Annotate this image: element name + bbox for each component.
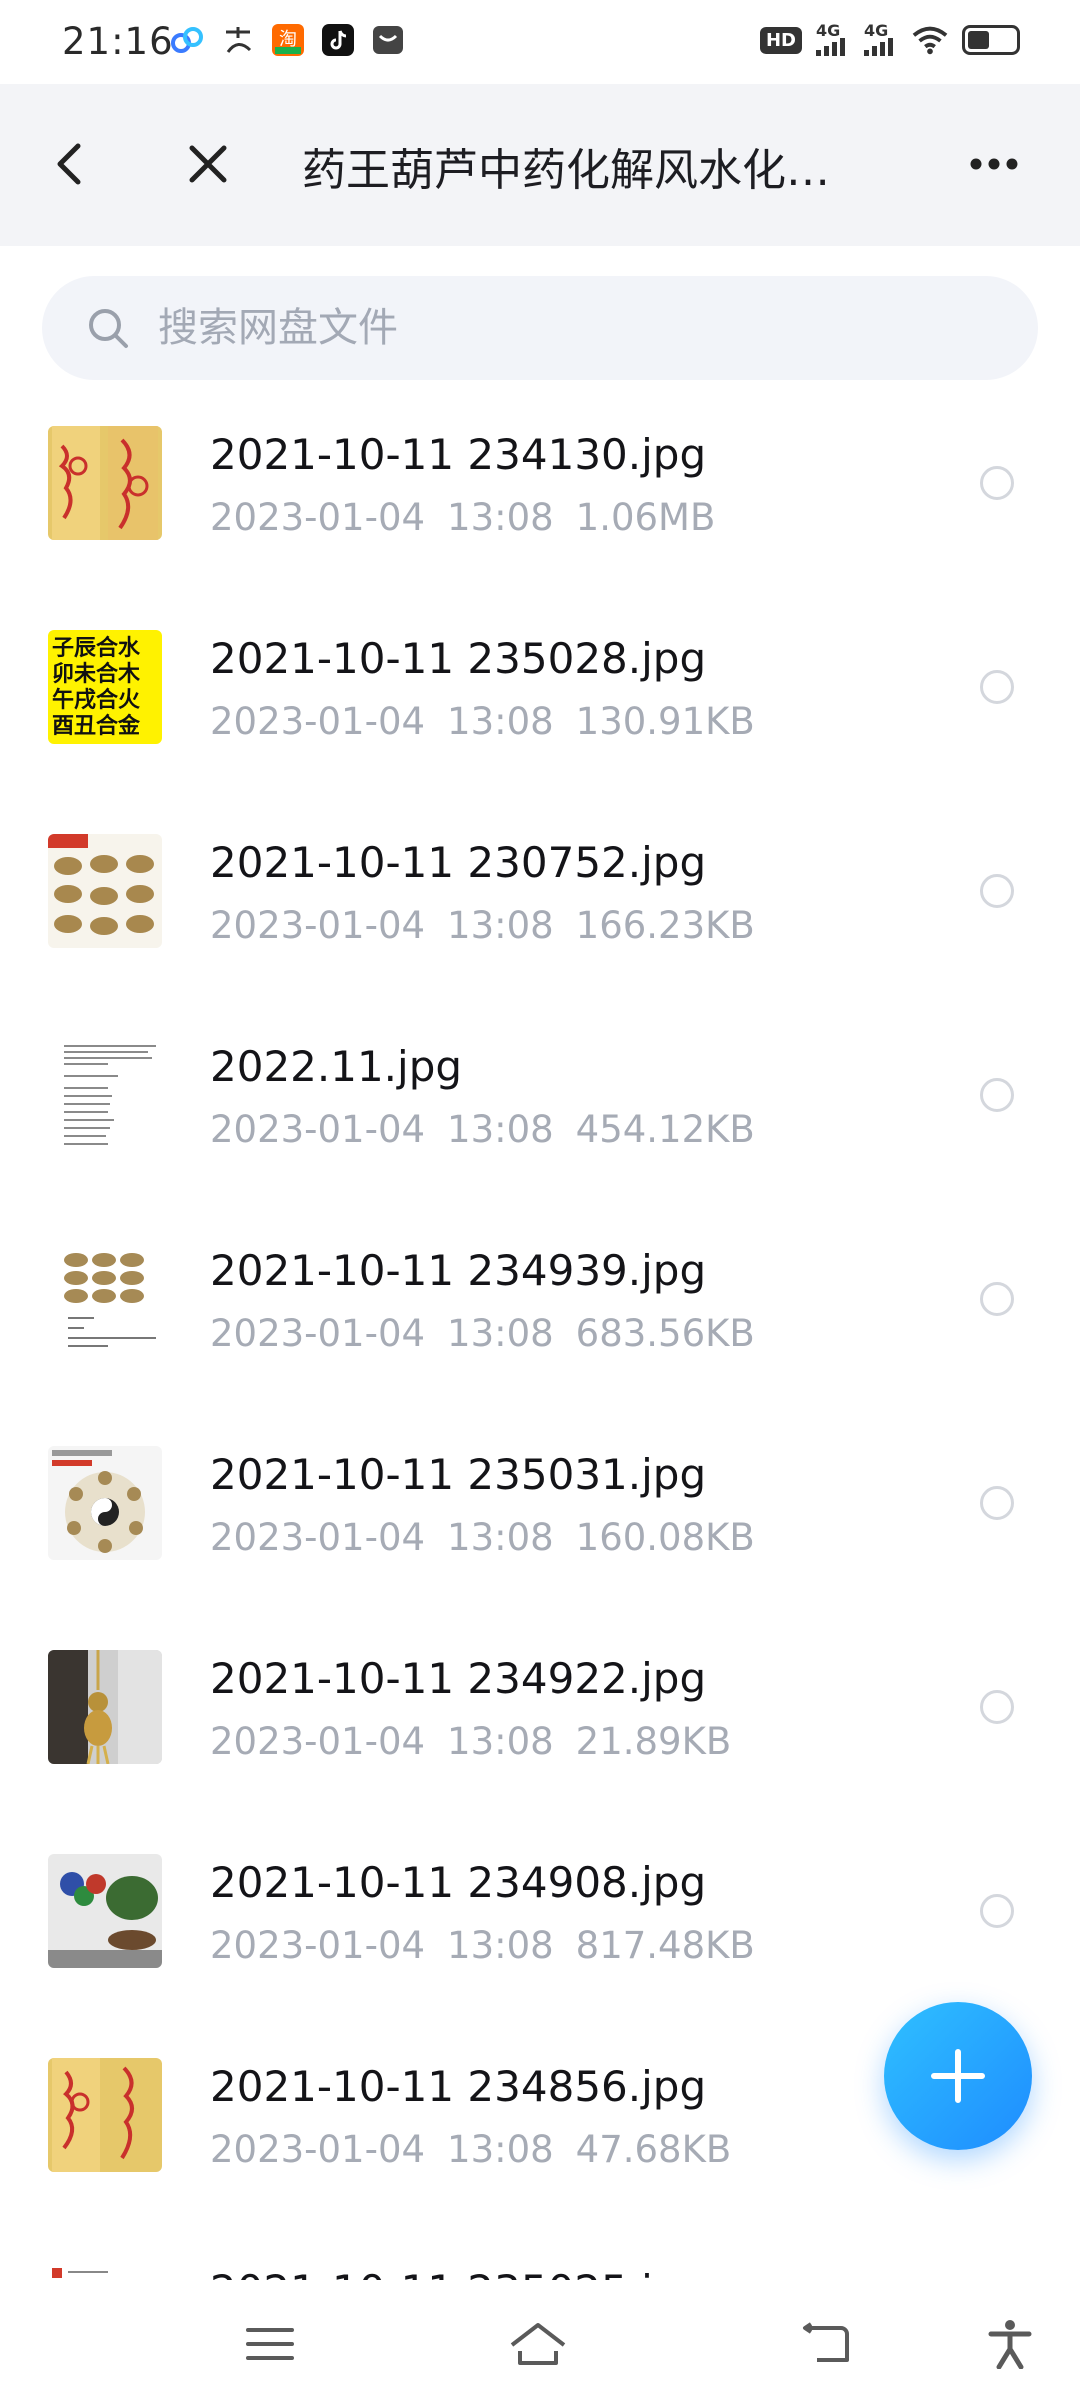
signal-bars-icon	[864, 38, 893, 56]
file-meta: 2023-01-04 13:08 166.23KB	[210, 904, 755, 947]
plus-icon	[931, 2049, 985, 2103]
taobao-icon: 淘	[270, 22, 306, 58]
close-icon	[189, 145, 227, 183]
image-thumbnail	[48, 1650, 162, 1764]
hd-badge: HD	[759, 26, 802, 54]
accessibility-icon	[988, 2320, 1032, 2369]
svg-text:淘: 淘	[279, 29, 297, 50]
file-name: 2021-10-11 234922.jpg	[210, 1654, 707, 1703]
file-row[interactable]: 2022.11.jpg 2023-01-04 13:08 454.12KB	[0, 1028, 1080, 1232]
search-bar[interactable]	[42, 276, 1038, 380]
more-options-button[interactable]	[954, 124, 1034, 204]
file-name: 2021-10-11 234856.jpg	[210, 2062, 707, 2111]
more-dots-icon	[970, 158, 1018, 170]
baidu-netdisk-icon	[170, 22, 206, 58]
top-app-bar: 药王葫芦中药化解风水化…	[0, 84, 1080, 246]
file-name: 2021-10-11 234908.jpg	[210, 1858, 707, 1907]
file-meta: 2023-01-04 13:08 21.89KB	[210, 1720, 732, 1763]
select-radio[interactable]	[980, 670, 1014, 704]
select-radio[interactable]	[980, 1282, 1014, 1316]
file-row[interactable]: 2021-10-11 234922.jpg 2023-01-04 13:08 21.…	[0, 1640, 1080, 1844]
file-meta: 2023-01-04 13:08 683.56KB	[210, 1312, 755, 1355]
file-name: 2021-10-11 235028.jpg	[210, 634, 707, 683]
status-time: 21:16	[62, 20, 174, 63]
home-icon	[510, 2323, 566, 2365]
image-thumbnail	[48, 1038, 162, 1152]
signal-bars-icon	[816, 38, 845, 56]
select-radio[interactable]	[980, 1690, 1014, 1724]
file-row[interactable]: 2021-10-11 234130.jpg 2023-01-04 13:08 1.0…	[0, 416, 1080, 620]
menu-nav-button[interactable]	[238, 2312, 302, 2376]
accessibility-nav-button[interactable]	[978, 2312, 1042, 2376]
file-meta: 2023-01-04 13:08 130.91KB	[210, 700, 755, 743]
file-row[interactable]: 2021-10-11 235025.jpg	[0, 2252, 1080, 2280]
file-name: 2021-10-11 234939.jpg	[210, 1246, 707, 1295]
file-row[interactable]: 子辰合水 卯未合木 午戌合火 酉丑合金 2021-10-11 235028.jp…	[0, 620, 1080, 824]
system-navigation-bar	[0, 2280, 1080, 2408]
back-nav-button[interactable]	[792, 2312, 856, 2376]
select-radio[interactable]	[980, 466, 1014, 500]
status-bar: 21:16 淘 HD 4G 4G	[0, 0, 1080, 84]
image-thumbnail	[48, 2058, 162, 2172]
select-radio[interactable]	[980, 1078, 1014, 1112]
file-name: 2021-10-11 234130.jpg	[210, 430, 707, 479]
image-thumbnail	[48, 1446, 162, 1560]
file-meta: 2023-01-04 13:08 160.08KB	[210, 1516, 755, 1559]
file-row[interactable]: 2021-10-11 235031.jpg 2023-01-04 13:08 160…	[0, 1436, 1080, 1640]
image-thumbnail	[48, 1242, 162, 1356]
file-name: 2022.11.jpg	[210, 1042, 463, 1091]
home-nav-button[interactable]	[506, 2312, 570, 2376]
select-radio[interactable]	[980, 1894, 1014, 1928]
page-title: 药王葫芦中药化解风水化…	[302, 145, 830, 196]
image-thumbnail	[48, 834, 162, 948]
file-list: 2021-10-11 234130.jpg 2023-01-04 13:08 1.0…	[0, 404, 1080, 2280]
image-thumbnail	[48, 426, 162, 540]
file-name: 2021-10-11 230752.jpg	[210, 838, 707, 887]
file-name: 2021-10-11 235025.jpg	[210, 2266, 706, 2280]
select-radio[interactable]	[980, 1486, 1014, 1520]
back-button[interactable]	[30, 124, 110, 204]
file-meta: 2023-01-04 13:08 454.12KB	[210, 1108, 755, 1151]
signal-1: 4G	[816, 23, 850, 56]
add-button[interactable]	[884, 2002, 1032, 2150]
file-meta: 2023-01-04 13:08 47.68KB	[210, 2128, 732, 2171]
search-icon	[89, 309, 128, 348]
file-meta: 2023-01-04 13:08 1.06MB	[210, 496, 716, 539]
select-radio[interactable]	[980, 874, 1014, 908]
image-thumbnail	[48, 2262, 162, 2280]
battery-level	[968, 31, 989, 49]
file-row[interactable]: 2021-10-11 234939.jpg 2023-01-04 13:08 683…	[0, 1232, 1080, 1436]
search-input[interactable]	[158, 302, 978, 354]
image-thumbnail: 子辰合水 卯未合木 午戌合火 酉丑合金	[48, 630, 162, 744]
battery-icon	[962, 25, 1020, 55]
signal-2: 4G	[864, 23, 898, 56]
back-nav-icon	[803, 2322, 849, 2362]
wifi-icon	[912, 22, 948, 58]
menu-icon	[246, 2328, 294, 2360]
file-row[interactable]: 2021-10-11 230752.jpg 2023-01-04 13:08 166…	[0, 824, 1080, 1028]
close-button[interactable]	[168, 124, 248, 204]
file-meta: 2023-01-04 13:08 817.48KB	[210, 1924, 755, 1967]
alipay-icon	[220, 22, 256, 58]
message-icon	[370, 22, 406, 58]
notification-icons: 淘	[170, 22, 406, 58]
file-name: 2021-10-11 235031.jpg	[210, 1450, 707, 1499]
status-indicators: HD 4G 4G	[759, 22, 1020, 58]
image-thumbnail	[48, 1854, 162, 1968]
back-arrow-icon	[57, 143, 81, 185]
tiktok-icon	[320, 22, 356, 58]
